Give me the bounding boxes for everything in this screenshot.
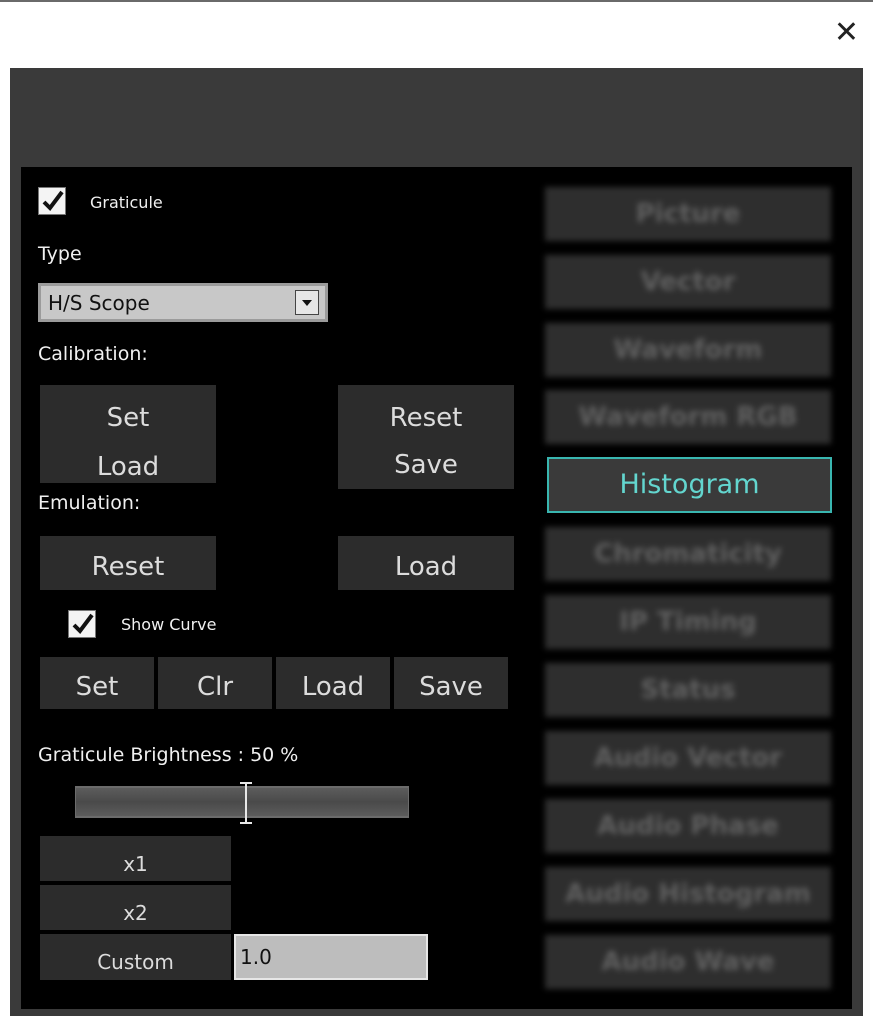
type-select-value: H/S Scope [48, 291, 150, 315]
window-top-border [0, 0, 873, 2]
emulation-label: Emulation: [38, 492, 141, 514]
graticule-label: Graticule [90, 193, 163, 212]
graticule-checkbox[interactable] [38, 187, 66, 215]
emulation-load-button[interactable]: Load [338, 536, 514, 590]
checkmark-icon [72, 613, 94, 635]
mode-waveform-button[interactable]: Waveform [545, 323, 831, 377]
type-label: Type [38, 243, 82, 265]
curve-save-button[interactable]: Save [394, 657, 508, 709]
mode-status-button[interactable]: Status [545, 663, 831, 717]
custom-scale-value: 1.0 [240, 945, 272, 969]
show-curve-checkbox[interactable] [68, 610, 96, 638]
mode-vector-button[interactable]: Vector [545, 255, 831, 309]
calibration-reset-text: Reset [389, 403, 463, 433]
mode-audio-vector-button[interactable]: Audio Vector [545, 731, 831, 785]
calibration-load-text: Load [96, 452, 160, 482]
mode-histogram-button[interactable]: Histogram [547, 457, 832, 513]
scale-x1-button[interactable]: x1 [40, 836, 231, 881]
mode-audio-wave-button[interactable]: Audio Wave [545, 935, 831, 989]
curve-set-button[interactable]: Set [40, 657, 154, 709]
mode-audio-histogram-button[interactable]: Audio Histogram [545, 867, 831, 921]
type-select[interactable]: H/S Scope [38, 283, 328, 322]
calibration-reset-save-button[interactable]: Reset Save [338, 385, 514, 489]
calibration-label: Calibration: [38, 343, 148, 365]
show-curve-label: Show Curve [121, 615, 217, 634]
mode-ip-timing-button[interactable]: IP Timing [545, 595, 831, 649]
curve-load-button[interactable]: Load [276, 657, 390, 709]
calibration-save-text: Save [394, 450, 458, 480]
type-select-field: H/S Scope [41, 286, 325, 319]
calibration-set-load-button[interactable]: Set Load [40, 385, 216, 483]
scale-x2-button[interactable]: x2 [40, 885, 231, 930]
emulation-reset-button[interactable]: Reset [40, 536, 216, 590]
calibration-set-text: Set [106, 403, 150, 433]
graticule-brightness-label: Graticule Brightness : 50 % [38, 744, 299, 766]
mode-chromaticity-button[interactable]: Chromaticity [545, 527, 831, 581]
custom-scale-input[interactable]: 1.0 [234, 934, 428, 980]
brightness-slider-thumb[interactable] [239, 782, 253, 824]
close-icon[interactable]: ✕ [834, 18, 859, 48]
checkmark-icon [42, 190, 64, 212]
mode-picture-button[interactable]: Picture [545, 187, 831, 241]
mode-audio-phase-button[interactable]: Audio Phase [545, 799, 831, 853]
dropdown-arrow-icon[interactable] [295, 290, 319, 315]
curve-clear-button[interactable]: Clr [158, 657, 272, 709]
mode-waveform-rgb-button[interactable]: Waveform RGB [545, 390, 831, 444]
scale-custom-button[interactable]: Custom [40, 934, 231, 980]
